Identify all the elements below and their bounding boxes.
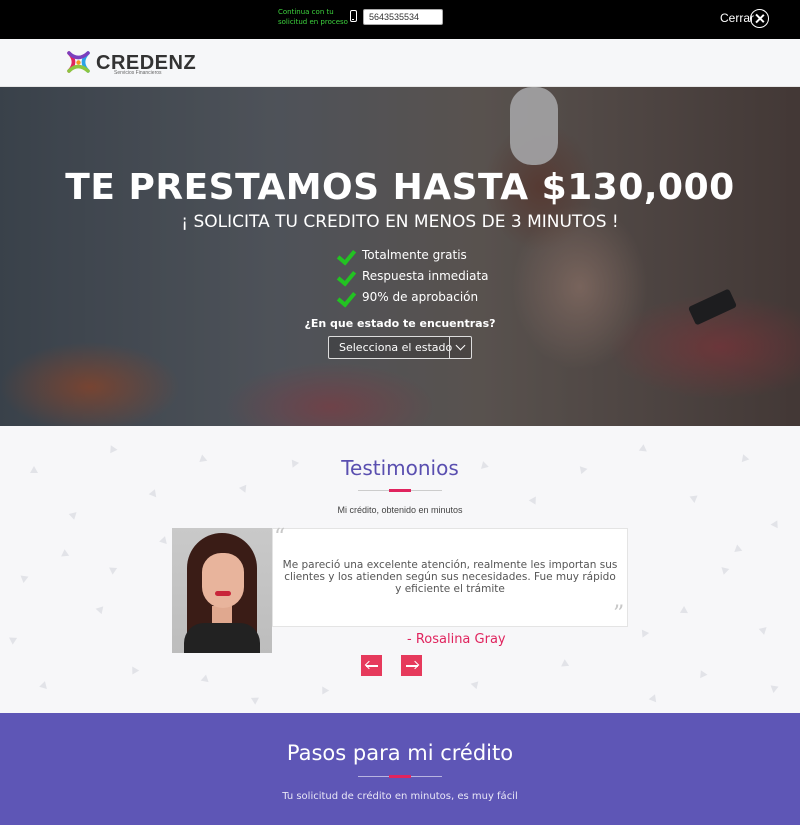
top-bar: Continua con tu solicitud en proceso 564… [0, 0, 800, 39]
steps-subtitle: Tu solicitud de crédito en minutos, es m… [282, 791, 518, 802]
hero-title: TE PRESTAMOS HASTA $130,000 [65, 167, 735, 208]
steps-section: Pasos para mi crédito Tu solicitud de cr… [0, 713, 800, 825]
testimonials-subtitle: Mi crédito, obtenido en minutos [337, 505, 463, 515]
testimonial-quote: Me pareció una excelente atención, realm… [282, 559, 618, 595]
section-divider [358, 775, 442, 778]
close-label[interactable]: Cerrar [720, 11, 754, 25]
check-icon [338, 246, 356, 264]
hero-subtitle: ¡ SOLICITA TU CREDITO EN MENOS DE 3 MINU… [181, 212, 619, 232]
phone-number-field[interactable]: 5643535534 [363, 9, 443, 25]
background-triangle [318, 684, 330, 695]
testimonials-section: Testimonios Mi crédito, obtenido en minu… [0, 426, 800, 713]
testimonial-avatar [172, 528, 272, 653]
background-triangle [700, 670, 708, 679]
select-divider [449, 337, 450, 358]
background-triangle [58, 549, 70, 560]
close-quote-icon: ” [613, 602, 625, 627]
background-triangle [148, 489, 160, 500]
background-triangle [110, 445, 118, 454]
brand-tagline: Servicios Financieros [114, 70, 162, 76]
state-select-value: Selecciona el estado [339, 341, 453, 354]
chevron-down-icon[interactable] [455, 340, 466, 351]
check-icon [338, 288, 356, 306]
background-triangle [638, 629, 650, 640]
background-triangle [718, 564, 730, 575]
testimonial-author: - Rosalina Gray [407, 632, 506, 647]
testimonials-title: Testimonios [341, 456, 459, 480]
benefit-label: Totalmente gratis [362, 247, 467, 262]
background-triangle [9, 634, 19, 645]
benefit-item: Totalmente gratis [338, 244, 489, 265]
background-triangle [528, 494, 540, 505]
benefit-item: Respuesta inmediata [338, 265, 489, 286]
arrow-left-icon [366, 665, 378, 667]
benefit-label: 90% de aprobación [362, 289, 479, 304]
hero-banner: TE PRESTAMOS HASTA $130,000 ¡ SOLICITA T… [0, 87, 800, 426]
close-icon[interactable] [750, 9, 769, 28]
background-triangle [770, 520, 778, 529]
background-triangle [469, 679, 479, 690]
background-triangle [159, 534, 169, 545]
state-question: ¿En que estado te encuentras? [304, 317, 496, 330]
background-triangle [19, 575, 29, 584]
benefits-list: Totalmente gratis Respuesta inmediata 90… [338, 244, 489, 307]
resume-application-text: Continua con tu solicitud en proceso [278, 8, 348, 26]
next-testimonial-button[interactable] [401, 655, 422, 676]
steps-title: Pasos para mi crédito [286, 741, 514, 765]
background-triangle [199, 674, 209, 685]
previous-testimonial-button[interactable] [361, 655, 382, 676]
phone-icon [350, 10, 357, 22]
state-select[interactable]: Selecciona el estado [328, 336, 472, 359]
background-triangle [648, 694, 660, 705]
benefit-item: 90% de aprobación [338, 286, 489, 307]
background-triangle [249, 694, 259, 705]
brand-header: CREDENZ Servicios Financieros [0, 39, 800, 87]
open-quote-icon: “ [274, 525, 286, 550]
background-triangle [769, 685, 779, 694]
background-triangle [689, 495, 699, 504]
arrow-right-icon [406, 665, 418, 667]
background-triangle [734, 544, 744, 555]
check-icon [338, 267, 356, 285]
background-triangle [758, 624, 770, 635]
background-triangle [109, 564, 119, 575]
credenz-logo-icon [67, 51, 90, 73]
background-triangle [638, 444, 650, 455]
background-triangle [94, 604, 104, 615]
background-triangle [39, 680, 49, 689]
background-triangle [679, 605, 689, 614]
background-triangle [238, 484, 250, 495]
background-triangle [558, 659, 570, 670]
section-divider [358, 489, 442, 492]
benefit-label: Respuesta inmediata [362, 268, 489, 283]
background-triangle [128, 664, 140, 675]
